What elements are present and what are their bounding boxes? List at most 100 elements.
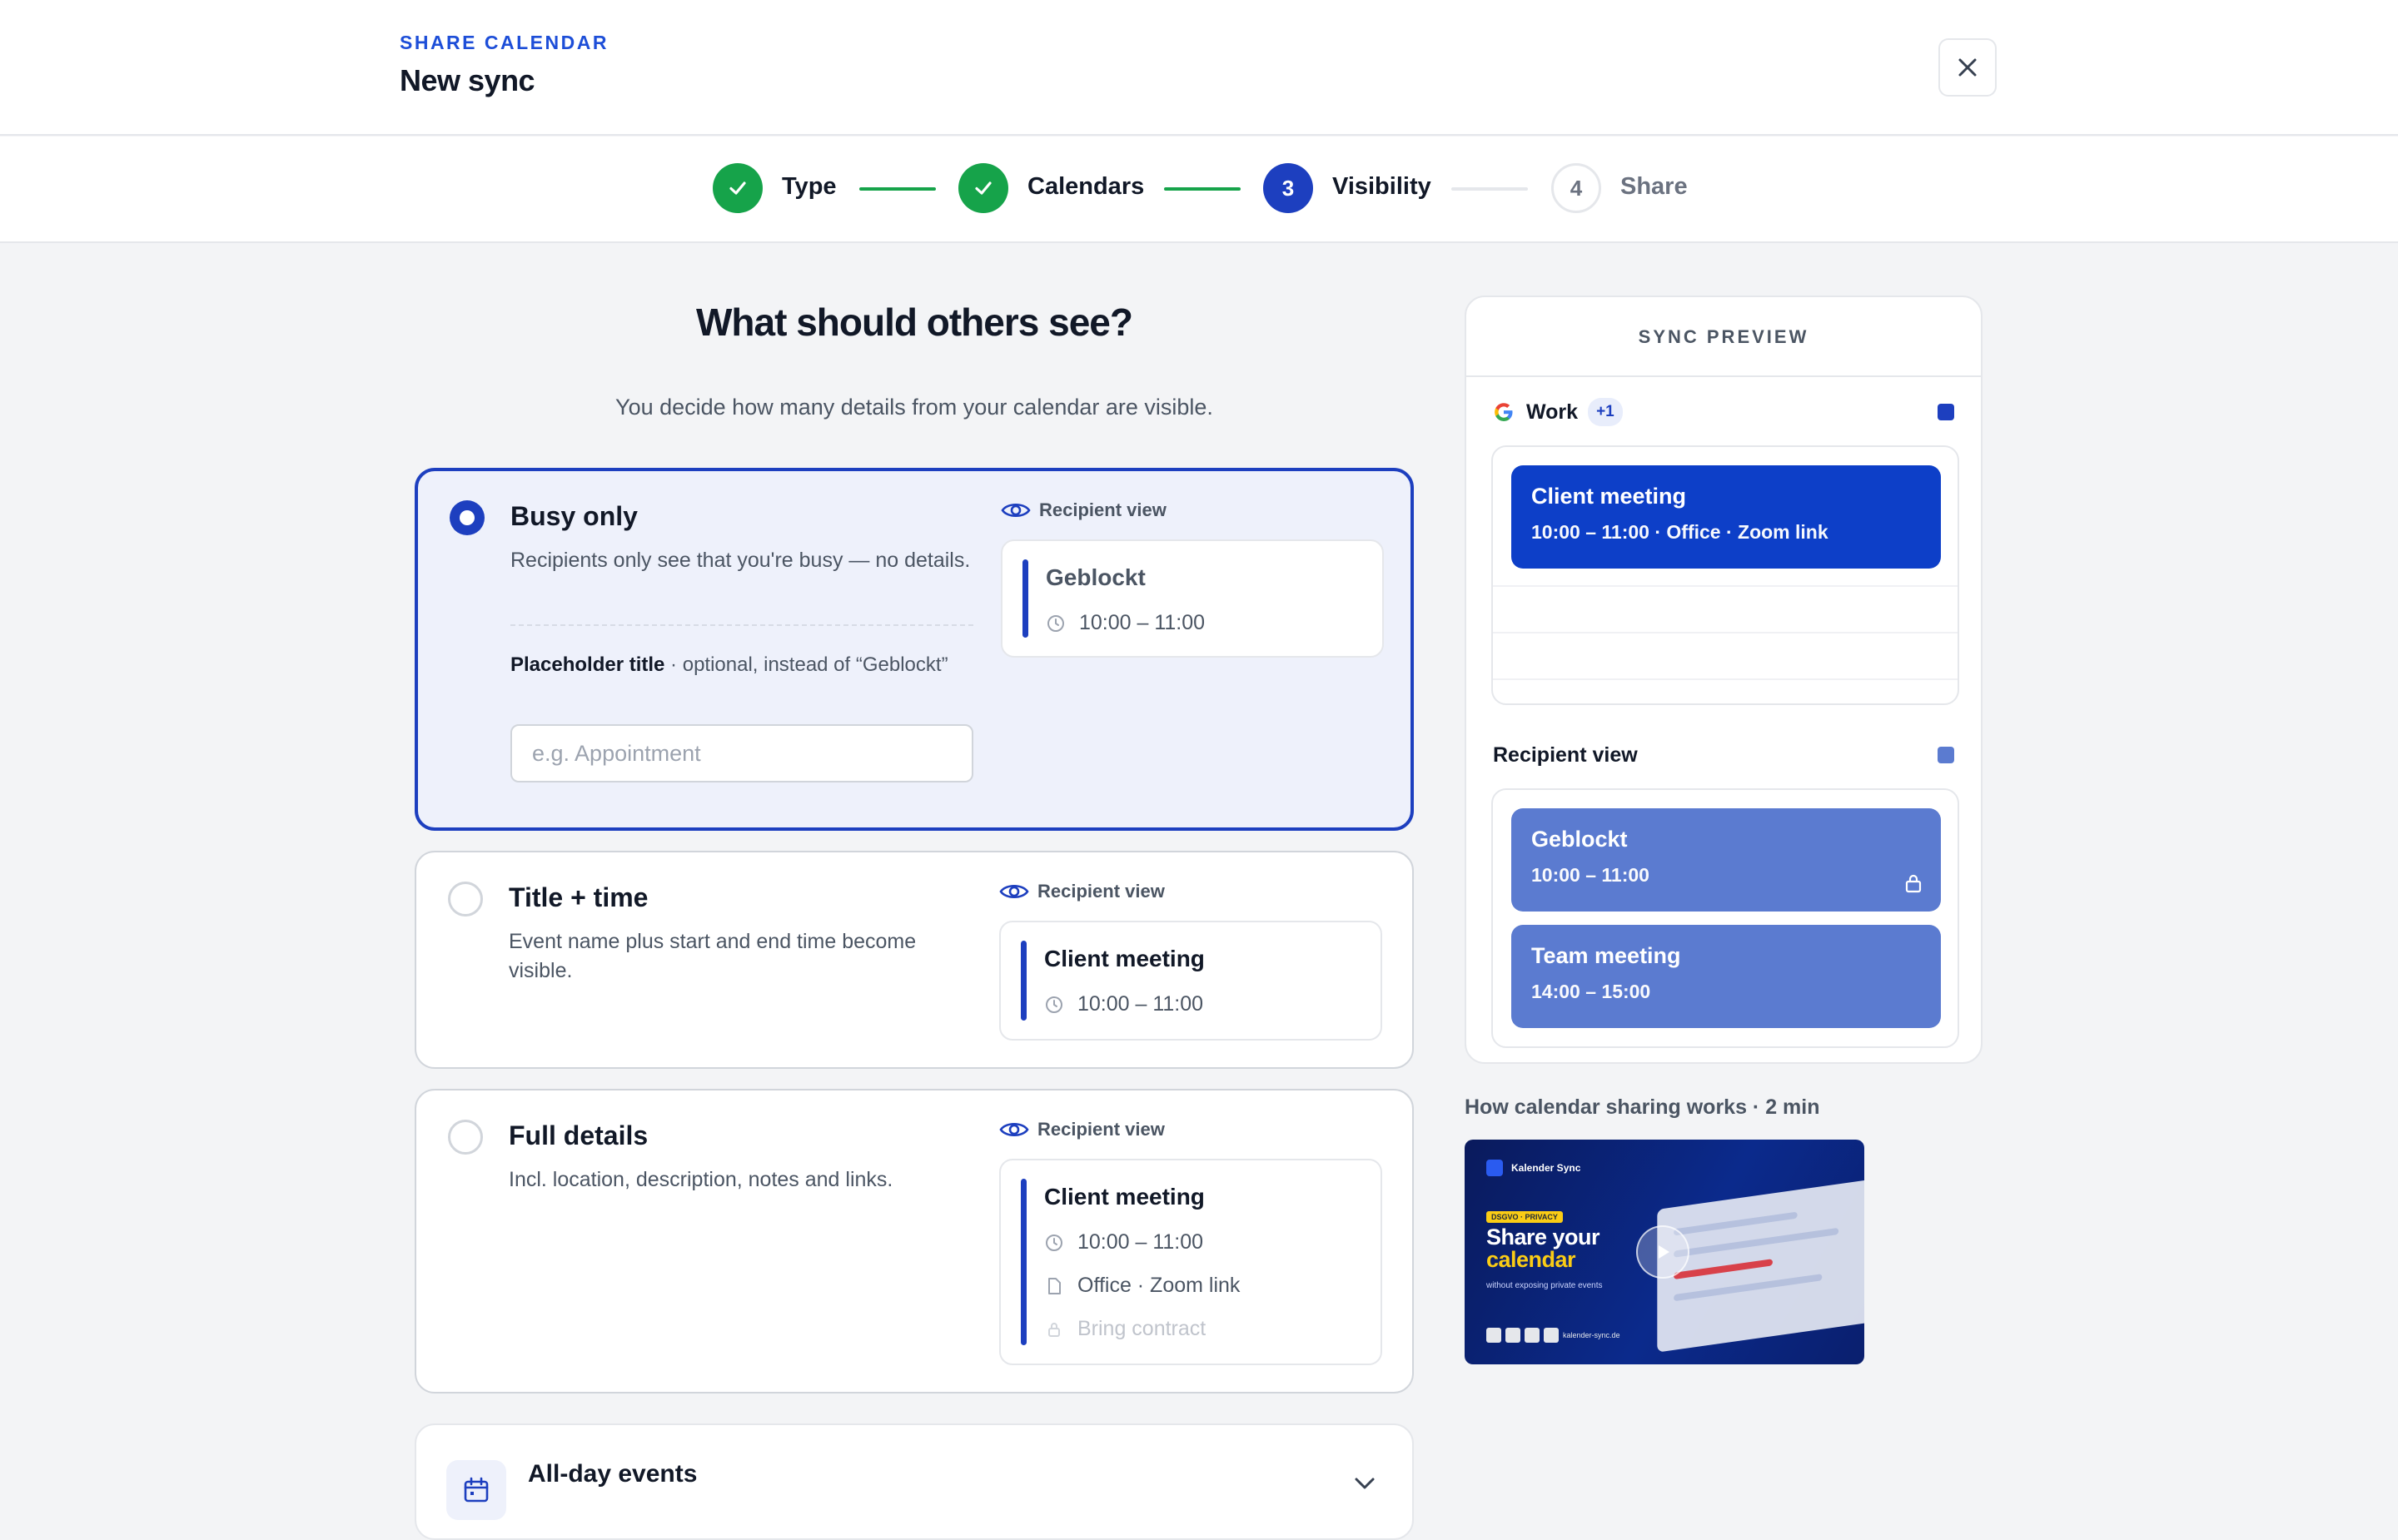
grid-line [1493,632,1958,633]
check-icon [729,181,746,195]
event-color-bar [1021,941,1027,1021]
step-calendars-done[interactable] [958,163,1008,213]
preview-location: Office · Zoom link [1077,1274,1241,1297]
brand-logo-icon [1486,1160,1503,1176]
option-title-time[interactable]: Title + time Event name plus start and e… [415,851,1414,1069]
lock-icon [1905,874,1922,893]
recipient-event: Geblockt 10:00 – 11:00 [1511,808,1941,912]
page-title: New sync [400,63,535,97]
preview-time-row: 10:00 – 11:00 [1046,611,1205,635]
clock-icon [1046,996,1062,1013]
preview-note: Bring contract [1077,1317,1206,1340]
recipient-view-row: Recipient view [1493,738,1954,772]
close-button[interactable] [1938,38,1997,97]
allday-title: All-day events [528,1460,698,1488]
placeholder-title-input[interactable] [510,724,973,782]
eye-icon [1001,503,1031,518]
step-calendars-label[interactable]: Calendars [1027,173,1144,201]
document-icon [1048,1277,1061,1294]
recipient-event-title: Team meeting [1531,943,1681,968]
option-description: Recipients only see that you're busy — n… [510,549,971,572]
divider [510,624,973,626]
video-caption: How calendar sharing works · 2 min [1465,1095,1820,1119]
section-heading: What should others see? [696,301,1133,344]
google-icon [1495,403,1513,421]
close-icon [1958,58,1977,77]
preview-time-row: 10:00 – 11:00 [1044,1230,1203,1254]
recipient-color-swatch [1938,747,1954,763]
preview-event-title: Client meeting [1044,946,1205,971]
source-calendar-name: Work [1526,400,1579,424]
recipient-view-label: Recipient view [1037,1119,1165,1140]
app-icon [1505,1328,1520,1343]
placeholder-hint: · optional, instead of “Geblockt” [664,653,948,676]
recipient-view-header: Recipient view [999,1119,1165,1140]
clock-icon [1047,614,1064,632]
app-icon [1544,1328,1559,1343]
grid-line [1493,678,1958,680]
step-connector [1451,187,1528,191]
source-calendar-row: Work +1 [1493,395,1954,429]
video-thumbnail[interactable]: Kalender Sync DSGVO · PRIVACY Share your… [1465,1140,1864,1364]
radio-full-details[interactable] [448,1120,483,1155]
preview-event-title: Client meeting [1044,1184,1205,1210]
video-headline-1: Share your [1486,1225,1600,1249]
recipient-view-label: Recipient view [1039,499,1167,520]
option-description: Incl. location, description, notes and l… [509,1168,893,1191]
source-event: Client meeting 10:00 – 11:00 · Office · … [1511,465,1941,569]
app-icon [1525,1328,1540,1343]
sync-preview-heading: SYNC PREVIEW [1466,297,1981,377]
graphic-row [1674,1211,1798,1236]
calendar-icon [446,1460,506,1520]
play-icon[interactable] [1636,1225,1689,1279]
event-color-bar [1021,1179,1027,1345]
option-full-details[interactable]: Full details Incl. location, description… [415,1089,1414,1393]
section-subheading: You decide how many details from your ca… [615,395,1213,420]
eye-icon [999,1122,1029,1137]
header-kicker: SHARE CALENDAR [400,32,609,53]
option-title: Full details [509,1120,649,1150]
step-type-label[interactable]: Type [782,173,837,201]
recipient-event-time: 10:00 – 11:00 [1531,864,1649,886]
lock-icon [1048,1322,1060,1337]
source-event-detail: 10:00 – 11:00 · Office · Zoom link [1531,521,1828,543]
recipient-preview-card: Geblockt 10:00 – 11:00 [1001,539,1384,658]
video-footer: kalender-sync.de [1486,1328,1620,1343]
recipient-view-title: Recipient view [1493,743,1638,767]
video-headline-2: calendar [1486,1247,1576,1272]
source-color-swatch [1938,404,1954,420]
radio-busy-only[interactable] [450,500,485,535]
recipient-calendar-grid: Geblockt 10:00 – 11:00 Team meeting 14:0… [1491,788,1959,1048]
preview-time-row: 10:00 – 11:00 [1044,992,1203,1016]
grid-line [1493,585,1958,587]
recipient-event-time: 14:00 – 15:00 [1531,981,1651,1002]
step-share-label: Share [1620,173,1688,200]
chevron-down-icon[interactable] [1352,1475,1377,1492]
video-tag: DSGVO · PRIVACY [1486,1211,1563,1223]
header: SHARE CALENDAR New sync [0,0,2398,136]
option-busy-only[interactable]: Busy only Recipients only see that you'r… [415,468,1414,831]
app-icon [1486,1328,1501,1343]
radio-title-time[interactable] [448,882,483,917]
recipient-event: Team meeting 14:00 – 15:00 [1511,925,1941,1028]
recipient-preview-card: Client meeting 10:00 – 11:00 [999,921,1382,1041]
graphic-row [1674,1274,1823,1302]
video-domain: kalender-sync.de [1563,1331,1620,1339]
check-icon [975,181,992,195]
step-visibility-number: 3 [1263,163,1313,213]
preview-time: 10:00 – 11:00 [1079,611,1206,634]
step-share-number: 4 [1551,163,1601,213]
stepper: Type Calendars 3 Visibility 4 Share [0,137,2398,243]
option-description: Event name plus start and end time becom… [509,930,917,982]
preview-event-title: Geblockt [1046,564,1146,590]
preview-note-row: Bring contract [1044,1317,1206,1341]
step-connector [1164,187,1241,191]
step-connector [859,187,936,191]
sync-preview-panel: SYNC PREVIEW Work +1 Client meeting 10:0… [1465,296,1983,1064]
step-type-done[interactable] [713,163,763,213]
step-visibility-label: Visibility [1332,173,1431,200]
source-calendar-grid: Client meeting 10:00 – 11:00 · Office · … [1491,445,1959,705]
allday-events-section[interactable]: All-day events [415,1423,1414,1540]
graphic-row [1674,1259,1773,1280]
recipient-view-header: Recipient view [1001,499,1167,521]
